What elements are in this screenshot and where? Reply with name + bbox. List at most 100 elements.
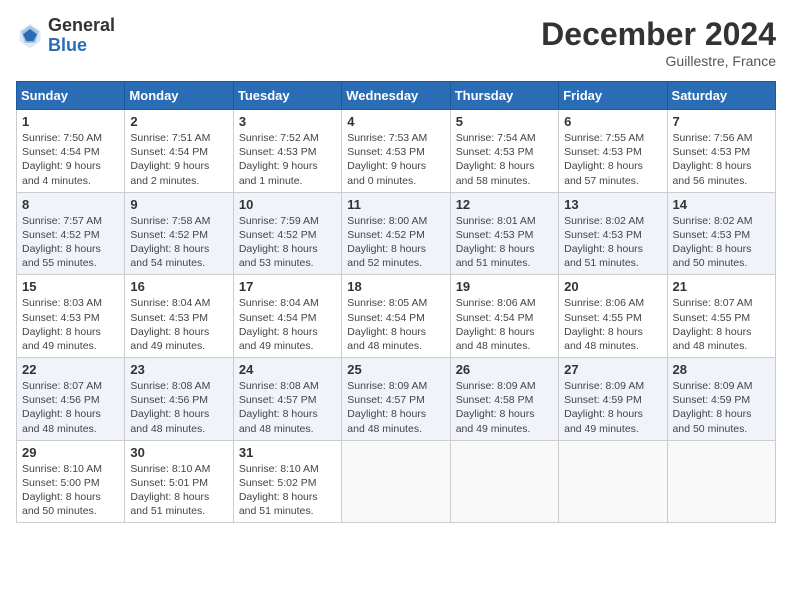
calendar-cell: 10Sunrise: 7:59 AM Sunset: 4:52 PM Dayli… xyxy=(233,192,341,275)
day-number: 12 xyxy=(456,197,553,212)
calendar-cell: 11 Sunrise: 8:00 AM Sunset: 4:52 PM Dayli… xyxy=(342,192,450,275)
calendar-cell: 9 Sunrise: 7:58 AM Sunset: 4:52 PM Daylig… xyxy=(125,192,233,275)
calendar-day-header: Monday xyxy=(125,82,233,110)
day-number: 18 xyxy=(347,279,444,294)
day-info: Sunrise: 8:04 AM Sunset: 4:54 PM Dayligh… xyxy=(239,296,336,353)
day-number: 14 xyxy=(673,197,770,212)
day-info: Sunrise: 8:03 AM Sunset: 4:53 PM Dayligh… xyxy=(22,296,119,353)
day-number: 10 xyxy=(239,197,336,212)
calendar-cell xyxy=(342,440,450,523)
calendar-cell: 15Sunrise: 8:03 AM Sunset: 4:53 PM Dayli… xyxy=(17,275,125,358)
day-number: 26 xyxy=(456,362,553,377)
month-title: December 2024 xyxy=(541,16,776,53)
day-info: Sunrise: 7:58 AM Sunset: 4:52 PM Dayligh… xyxy=(130,214,227,271)
calendar-cell: 2 Sunrise: 7:51 AM Sunset: 4:54 PM Daylig… xyxy=(125,110,233,193)
day-info: Sunrise: 8:08 AM Sunset: 4:57 PM Dayligh… xyxy=(239,379,336,436)
calendar-cell: 26 Sunrise: 8:09 AM Sunset: 4:58 PM Dayli… xyxy=(450,358,558,441)
calendar-cell: 19 Sunrise: 8:06 AM Sunset: 4:54 PM Dayli… xyxy=(450,275,558,358)
calendar-week-row: 1 Sunrise: 7:50 AM Sunset: 4:54 PM Daylig… xyxy=(17,110,776,193)
calendar-cell: 6 Sunrise: 7:55 AM Sunset: 4:53 PM Daylig… xyxy=(559,110,667,193)
calendar-week-row: 15Sunrise: 8:03 AM Sunset: 4:53 PM Dayli… xyxy=(17,275,776,358)
calendar-cell: 4 Sunrise: 7:53 AM Sunset: 4:53 PM Daylig… xyxy=(342,110,450,193)
calendar-cell xyxy=(559,440,667,523)
calendar-day-header: Sunday xyxy=(17,82,125,110)
day-number: 23 xyxy=(130,362,227,377)
calendar-cell: 28 Sunrise: 8:09 AM Sunset: 4:59 PM Dayli… xyxy=(667,358,775,441)
calendar-cell: 31Sunrise: 8:10 AM Sunset: 5:02 PM Dayli… xyxy=(233,440,341,523)
day-info: Sunrise: 7:50 AM Sunset: 4:54 PM Dayligh… xyxy=(22,131,119,188)
title-section: December 2024 Guillestre, France xyxy=(541,16,776,69)
day-number: 19 xyxy=(456,279,553,294)
calendar-cell: 22 Sunrise: 8:07 AM Sunset: 4:56 PM Dayli… xyxy=(17,358,125,441)
day-info: Sunrise: 7:55 AM Sunset: 4:53 PM Dayligh… xyxy=(564,131,661,188)
day-number: 1 xyxy=(22,114,119,129)
day-info: Sunrise: 8:08 AM Sunset: 4:56 PM Dayligh… xyxy=(130,379,227,436)
day-number: 22 xyxy=(22,362,119,377)
day-number: 16 xyxy=(130,279,227,294)
day-info: Sunrise: 8:02 AM Sunset: 4:53 PM Dayligh… xyxy=(673,214,770,271)
day-number: 25 xyxy=(347,362,444,377)
calendar-cell: 23 Sunrise: 8:08 AM Sunset: 4:56 PM Dayli… xyxy=(125,358,233,441)
day-info: Sunrise: 8:04 AM Sunset: 4:53 PM Dayligh… xyxy=(130,296,227,353)
calendar-day-header: Thursday xyxy=(450,82,558,110)
day-info: Sunrise: 8:07 AM Sunset: 4:55 PM Dayligh… xyxy=(673,296,770,353)
day-info: Sunrise: 7:53 AM Sunset: 4:53 PM Dayligh… xyxy=(347,131,444,188)
day-number: 27 xyxy=(564,362,661,377)
calendar-week-row: 22 Sunrise: 8:07 AM Sunset: 4:56 PM Dayli… xyxy=(17,358,776,441)
day-info: Sunrise: 8:10 AM Sunset: 5:01 PM Dayligh… xyxy=(130,462,227,519)
day-number: 4 xyxy=(347,114,444,129)
calendar-cell xyxy=(450,440,558,523)
calendar-day-header: Wednesday xyxy=(342,82,450,110)
day-info: Sunrise: 8:05 AM Sunset: 4:54 PM Dayligh… xyxy=(347,296,444,353)
day-number: 29 xyxy=(22,445,119,460)
day-number: 17 xyxy=(239,279,336,294)
calendar-cell: 25 Sunrise: 8:09 AM Sunset: 4:57 PM Dayli… xyxy=(342,358,450,441)
day-info: Sunrise: 8:00 AM Sunset: 4:52 PM Dayligh… xyxy=(347,214,444,271)
day-info: Sunrise: 7:56 AM Sunset: 4:53 PM Dayligh… xyxy=(673,131,770,188)
calendar-cell: 7Sunrise: 7:56 AM Sunset: 4:53 PM Daylig… xyxy=(667,110,775,193)
logo: General Blue xyxy=(16,16,115,56)
day-info: Sunrise: 8:09 AM Sunset: 4:59 PM Dayligh… xyxy=(673,379,770,436)
calendar-cell: 13 Sunrise: 8:02 AM Sunset: 4:53 PM Dayli… xyxy=(559,192,667,275)
calendar-cell: 12 Sunrise: 8:01 AM Sunset: 4:53 PM Dayli… xyxy=(450,192,558,275)
day-number: 9 xyxy=(130,197,227,212)
day-number: 6 xyxy=(564,114,661,129)
day-number: 5 xyxy=(456,114,553,129)
calendar-cell: 8Sunrise: 7:57 AM Sunset: 4:52 PM Daylig… xyxy=(17,192,125,275)
day-number: 13 xyxy=(564,197,661,212)
calendar-cell: 3 Sunrise: 7:52 AM Sunset: 4:53 PM Daylig… xyxy=(233,110,341,193)
day-number: 3 xyxy=(239,114,336,129)
day-number: 21 xyxy=(673,279,770,294)
calendar-day-header: Friday xyxy=(559,82,667,110)
day-info: Sunrise: 8:09 AM Sunset: 4:57 PM Dayligh… xyxy=(347,379,444,436)
calendar-cell: 17 Sunrise: 8:04 AM Sunset: 4:54 PM Dayli… xyxy=(233,275,341,358)
logo-icon xyxy=(16,22,44,50)
day-number: 2 xyxy=(130,114,227,129)
calendar-cell: 18 Sunrise: 8:05 AM Sunset: 4:54 PM Dayli… xyxy=(342,275,450,358)
day-info: Sunrise: 8:09 AM Sunset: 4:59 PM Dayligh… xyxy=(564,379,661,436)
day-info: Sunrise: 8:02 AM Sunset: 4:53 PM Dayligh… xyxy=(564,214,661,271)
day-number: 11 xyxy=(347,197,444,212)
day-number: 8 xyxy=(22,197,119,212)
day-info: Sunrise: 8:09 AM Sunset: 4:58 PM Dayligh… xyxy=(456,379,553,436)
calendar-day-header: Saturday xyxy=(667,82,775,110)
calendar-cell: 20Sunrise: 8:06 AM Sunset: 4:55 PM Dayli… xyxy=(559,275,667,358)
day-info: Sunrise: 8:06 AM Sunset: 4:54 PM Dayligh… xyxy=(456,296,553,353)
calendar-week-row: 8Sunrise: 7:57 AM Sunset: 4:52 PM Daylig… xyxy=(17,192,776,275)
day-info: Sunrise: 7:54 AM Sunset: 4:53 PM Dayligh… xyxy=(456,131,553,188)
day-number: 30 xyxy=(130,445,227,460)
calendar-cell: 14 Sunrise: 8:02 AM Sunset: 4:53 PM Dayli… xyxy=(667,192,775,275)
day-info: Sunrise: 8:01 AM Sunset: 4:53 PM Dayligh… xyxy=(456,214,553,271)
day-info: Sunrise: 8:07 AM Sunset: 4:56 PM Dayligh… xyxy=(22,379,119,436)
calendar-week-row: 29Sunrise: 8:10 AM Sunset: 5:00 PM Dayli… xyxy=(17,440,776,523)
day-info: Sunrise: 7:51 AM Sunset: 4:54 PM Dayligh… xyxy=(130,131,227,188)
day-info: Sunrise: 7:52 AM Sunset: 4:53 PM Dayligh… xyxy=(239,131,336,188)
calendar-cell: 1 Sunrise: 7:50 AM Sunset: 4:54 PM Daylig… xyxy=(17,110,125,193)
calendar-header-row: SundayMondayTuesdayWednesdayThursdayFrid… xyxy=(17,82,776,110)
calendar-cell: 27 Sunrise: 8:09 AM Sunset: 4:59 PM Dayli… xyxy=(559,358,667,441)
logo-blue-text: Blue xyxy=(48,36,115,56)
day-number: 24 xyxy=(239,362,336,377)
calendar-table: SundayMondayTuesdayWednesdayThursdayFrid… xyxy=(16,81,776,523)
day-info: Sunrise: 8:06 AM Sunset: 4:55 PM Dayligh… xyxy=(564,296,661,353)
day-number: 28 xyxy=(673,362,770,377)
